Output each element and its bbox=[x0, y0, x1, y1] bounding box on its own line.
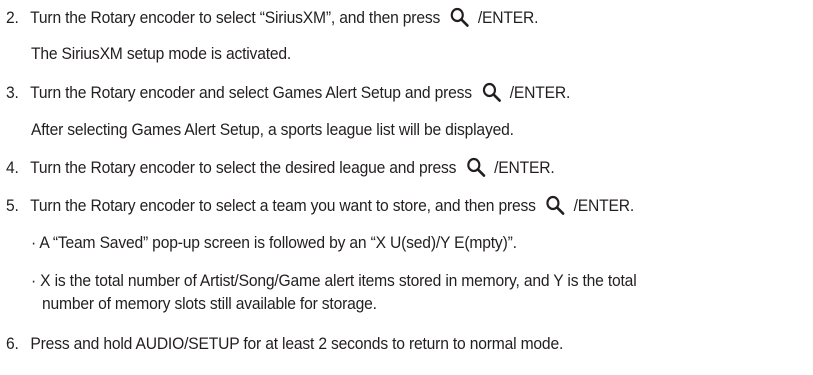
bullet-memory-continuation: number of memory slots still available f… bbox=[42, 294, 377, 314]
step-number: 6. bbox=[6, 334, 19, 353]
manual-page: 2. Turn the Rotary encoder to select “Si… bbox=[0, 0, 813, 375]
step-suffix: /ENTER. bbox=[477, 8, 539, 27]
step-5: 5. Turn the Rotary encoder to select a t… bbox=[6, 195, 634, 216]
step-6: 6. Press and hold AUDIO/SETUP for at lea… bbox=[6, 334, 563, 354]
bullet-text: · X is the total number of Artist/Song/G… bbox=[31, 271, 637, 290]
bullet-memory: · X is the total number of Artist/Song/G… bbox=[31, 271, 637, 291]
step-4: 4. Turn the Rotary encoder to select the… bbox=[6, 157, 555, 178]
step-suffix: /ENTER. bbox=[573, 196, 635, 215]
step-number: 5. bbox=[6, 196, 19, 215]
step-2: 2. Turn the Rotary encoder to select “Si… bbox=[6, 7, 538, 28]
bullet-text: number of memory slots still available f… bbox=[42, 294, 377, 313]
step-3: 3. Turn the Rotary encoder and select Ga… bbox=[6, 82, 570, 103]
step-number: 2. bbox=[6, 8, 19, 27]
bullet-text: · A “Team Saved” pop-up screen is follow… bbox=[31, 233, 517, 252]
note-text: After selecting Games Alert Setup, a spo… bbox=[31, 120, 514, 139]
step-text: Turn the Rotary encoder to select the de… bbox=[30, 158, 457, 177]
search-icon bbox=[545, 195, 565, 215]
note-text: The SiriusXM setup mode is activated. bbox=[31, 44, 292, 63]
step-suffix: /ENTER. bbox=[509, 83, 571, 102]
step-text: Turn the Rotary encoder to select a team… bbox=[30, 196, 536, 215]
step-text: Press and hold AUDIO/SETUP for at least … bbox=[30, 334, 564, 353]
search-icon bbox=[482, 82, 502, 102]
step-text: Turn the Rotary encoder to select “Siriu… bbox=[30, 8, 441, 27]
step-text: Turn the Rotary encoder and select Games… bbox=[30, 83, 472, 102]
search-icon bbox=[450, 7, 470, 27]
step-number: 3. bbox=[6, 83, 19, 102]
search-icon bbox=[466, 157, 486, 177]
step-number: 4. bbox=[6, 158, 19, 177]
step-2-note: The SiriusXM setup mode is activated. bbox=[31, 44, 291, 64]
step-suffix: /ENTER. bbox=[494, 158, 555, 177]
step-3-note: After selecting Games Alert Setup, a spo… bbox=[31, 120, 514, 140]
bullet-team-saved: · A “Team Saved” pop-up screen is follow… bbox=[31, 233, 517, 253]
